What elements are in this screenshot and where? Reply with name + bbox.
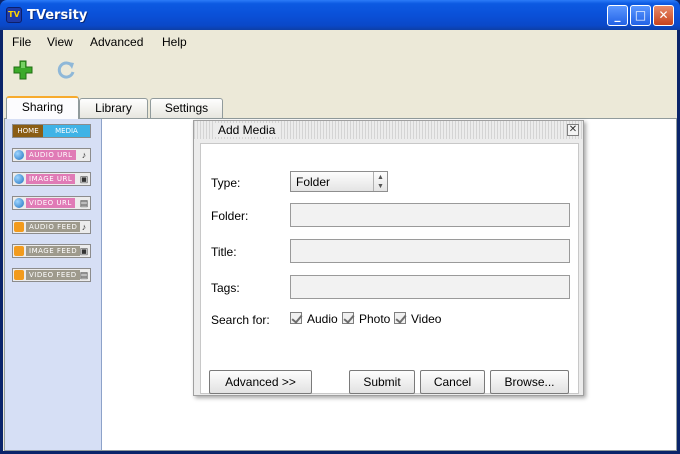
image-feed-label: IMAGE FEED [26,246,81,256]
video-url-button[interactable]: VIDEO URL ▤ [12,196,91,210]
tags-input[interactable] [290,275,570,299]
tv-logo-icon: TV [6,7,22,23]
folder-input[interactable] [290,203,570,227]
video-feed-label: VIDEO FEED [26,270,80,280]
audio-url-label: AUDIO URL [26,150,76,160]
rss-feed-icon [14,222,24,232]
title-input[interactable] [290,239,570,263]
advanced-button[interactable]: Advanced >> [209,370,312,394]
tab-library[interactable]: Library [79,98,148,118]
image-url-button[interactable]: IMAGE URL ▣ [12,172,91,186]
menu-view[interactable]: View [47,35,73,49]
dialog-title-bar[interactable]: Add Media ✕ [194,121,583,139]
spin-arrows-icon[interactable]: ▲ ▼ [373,172,387,191]
media-label: MEDIA [43,125,90,137]
green-plus-icon[interactable] [11,58,35,82]
menu-bar: File View Advanced Help [3,30,677,54]
add-media-dialog: Add Media ✕ Type: Folder ▲ ▼ Folder: Titl… [193,120,584,396]
audio-feed-label: AUDIO FEED [26,222,81,232]
minimize-button[interactable]: _ [607,5,628,26]
title-bar[interactable]: TV TVersity _ □ ✕ [0,0,680,30]
minimize-icon: _ [614,8,621,22]
type-label: Type: [211,176,241,190]
audio-checkbox-label: Audio [307,312,338,326]
tags-label: Tags: [211,281,240,295]
type-select-value: Folder [296,175,331,189]
browse-button[interactable]: Browse... [490,370,569,394]
rss-feed-icon [14,246,24,256]
image-url-label: IMAGE URL [26,174,76,184]
tab-bar: Sharing Library Settings [3,96,677,119]
maximize-icon: □ [634,8,647,22]
maximize-button[interactable]: □ [630,5,651,26]
film-icon: ▤ [79,270,89,280]
tab-sharing[interactable]: Sharing [6,96,79,119]
window-title: TVersity [27,8,88,23]
video-url-label: VIDEO URL [26,198,75,208]
music-note-icon: ♪ [81,150,87,160]
dialog-body: Type: Folder ▲ ▼ Folder: Title: Tags: Sea… [200,143,579,394]
type-select[interactable]: Folder ▲ ▼ [290,171,388,192]
folder-label: Folder: [211,209,249,223]
home-label: HOME [13,125,43,137]
camera-icon: ▣ [79,174,89,184]
video-checkbox[interactable] [394,312,406,324]
close-icon: ✕ [658,8,669,22]
image-feed-button[interactable]: IMAGE FEED ▣ [12,244,91,258]
menu-advanced[interactable]: Advanced [90,35,143,49]
dialog-close-button[interactable]: ✕ [567,124,579,136]
audio-url-button[interactable]: AUDIO URL ♪ [12,148,91,162]
film-icon: ▤ [79,198,89,208]
cancel-button[interactable]: Cancel [420,370,485,394]
globe-icon [14,150,24,160]
menu-file[interactable]: File [12,35,31,49]
home-media-logo: HOME MEDIA [12,124,91,138]
camera-icon: ▣ [79,246,89,256]
app-window: TV TVersity _ □ ✕ File View Advanced Hel… [0,0,680,454]
dialog-title: Add Media [214,123,280,137]
audio-checkbox[interactable] [290,312,302,324]
menu-help[interactable]: Help [162,35,187,49]
photo-checkbox-label: Photo [359,312,391,326]
photo-checkbox[interactable] [342,312,354,324]
tab-settings[interactable]: Settings [150,98,223,118]
video-checkbox-label: Video [411,312,442,326]
globe-icon [14,174,24,184]
rss-feed-icon [14,270,24,280]
title-label: Title: [211,245,237,259]
media-sidebar: HOME MEDIA AUDIO URL ♪ IMAGE URL ▣ VIDEO… [5,119,102,450]
video-feed-button[interactable]: VIDEO FEED ▤ [12,268,91,282]
submit-button[interactable]: Submit [349,370,415,394]
refresh-icon[interactable] [54,58,78,82]
audio-feed-button[interactable]: AUDIO FEED ♪ [12,220,91,234]
globe-icon [14,198,24,208]
search-for-label: Search for: [211,313,270,327]
music-note-icon: ♪ [81,222,87,232]
close-window-button[interactable]: ✕ [653,5,674,26]
